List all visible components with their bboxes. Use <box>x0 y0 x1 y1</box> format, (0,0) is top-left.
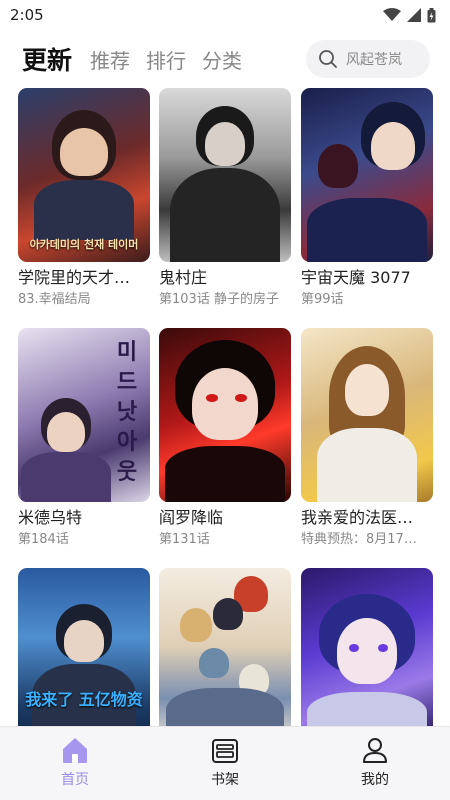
comic-card[interactable] <box>301 568 433 726</box>
comic-card[interactable]: 아카데미의 천재 테이머 学院里的天才… 83.幸福结局 <box>18 88 150 308</box>
search-placeholder: 风起苍岚 <box>346 52 402 68</box>
comic-card[interactable]: 阎罗降临 第131话 <box>159 328 291 548</box>
comic-title: 学院里的天才… <box>18 268 131 287</box>
comic-chapter: 第131话 <box>159 532 210 547</box>
comic-chapter: 83.幸福结局 <box>18 292 91 307</box>
tab-recommend[interactable]: 推荐 <box>90 45 130 74</box>
nav-home-label: 首页 <box>61 772 89 788</box>
comic-cover <box>301 568 433 726</box>
comic-chapter: 第103话 静子的房子 <box>159 292 279 307</box>
tab-update[interactable]: 更新 <box>22 41 72 77</box>
comic-cover <box>159 568 291 726</box>
top-header: 更新 推荐 排行 分类 风起苍岚 <box>0 30 450 88</box>
comic-card[interactable]: 미드 낫 아웃 米德乌特 第184话 <box>18 328 150 548</box>
comic-title: 阎罗降临 <box>159 508 224 527</box>
comic-card[interactable] <box>159 568 291 726</box>
comic-title: 宇宙天魔 3077 <box>301 268 411 287</box>
search-bar[interactable]: 风起苍岚 <box>306 40 430 78</box>
comic-cover: 아카데미의 천재 테이머 <box>18 88 150 262</box>
comic-cover <box>159 88 291 262</box>
comic-title: 鬼村庄 <box>159 268 208 287</box>
wifi-icon <box>383 8 401 21</box>
nav-profile-label: 我的 <box>361 772 389 788</box>
status-bar: 2:05 <box>0 0 450 30</box>
comic-cover: 미드 낫 아웃 <box>18 328 150 502</box>
comic-card[interactable]: 鬼村庄 第103话 静子的房子 <box>159 88 291 308</box>
status-time: 2:05 <box>10 6 44 24</box>
nav-bookshelf-label: 书架 <box>211 772 239 788</box>
comic-card[interactable]: 我来了 五亿物资 <box>18 568 150 726</box>
comic-card[interactable]: 我亲爱的法医… 特典预热：8月17… <box>301 328 433 548</box>
home-icon <box>63 738 87 763</box>
cover-title-art: 미드 낫 아웃 <box>116 340 138 485</box>
tab-ranking[interactable]: 排行 <box>146 45 186 74</box>
signal-icon <box>407 8 421 22</box>
bottom-nav: 首页 书架 我的 <box>0 726 450 800</box>
profile-icon <box>363 738 387 763</box>
comic-cover <box>301 88 433 262</box>
nav-profile[interactable]: 我的 <box>300 727 450 800</box>
bookshelf-icon <box>212 739 238 763</box>
comic-cover: 我来了 五亿物资 <box>18 568 150 726</box>
comic-chapter: 特典预热：8月17… <box>301 532 417 547</box>
cover-title-art: 아카데미의 천재 테이머 <box>29 238 139 251</box>
cover-title-art: 我来了 五亿物资 <box>25 690 143 709</box>
search-icon <box>319 50 337 68</box>
comic-cover <box>159 328 291 502</box>
comic-chapter: 第99话 <box>301 292 344 307</box>
nav-home[interactable]: 首页 <box>0 727 150 800</box>
comic-card[interactable]: 宇宙天魔 3077 第99话 <box>301 88 433 308</box>
comic-title: 米德乌特 <box>18 508 83 527</box>
status-icons <box>383 7 436 23</box>
comic-grid: 아카데미의 천재 테이머 学院里的天才… 83.幸福结局 鬼村庄 第103话 静… <box>0 88 450 726</box>
comic-chapter: 第184话 <box>18 532 69 547</box>
comic-cover <box>301 328 433 502</box>
tab-category[interactable]: 分类 <box>202 45 242 74</box>
comic-title: 我亲爱的法医… <box>301 508 414 527</box>
battery-icon <box>427 7 436 22</box>
nav-bookshelf[interactable]: 书架 <box>150 727 300 800</box>
